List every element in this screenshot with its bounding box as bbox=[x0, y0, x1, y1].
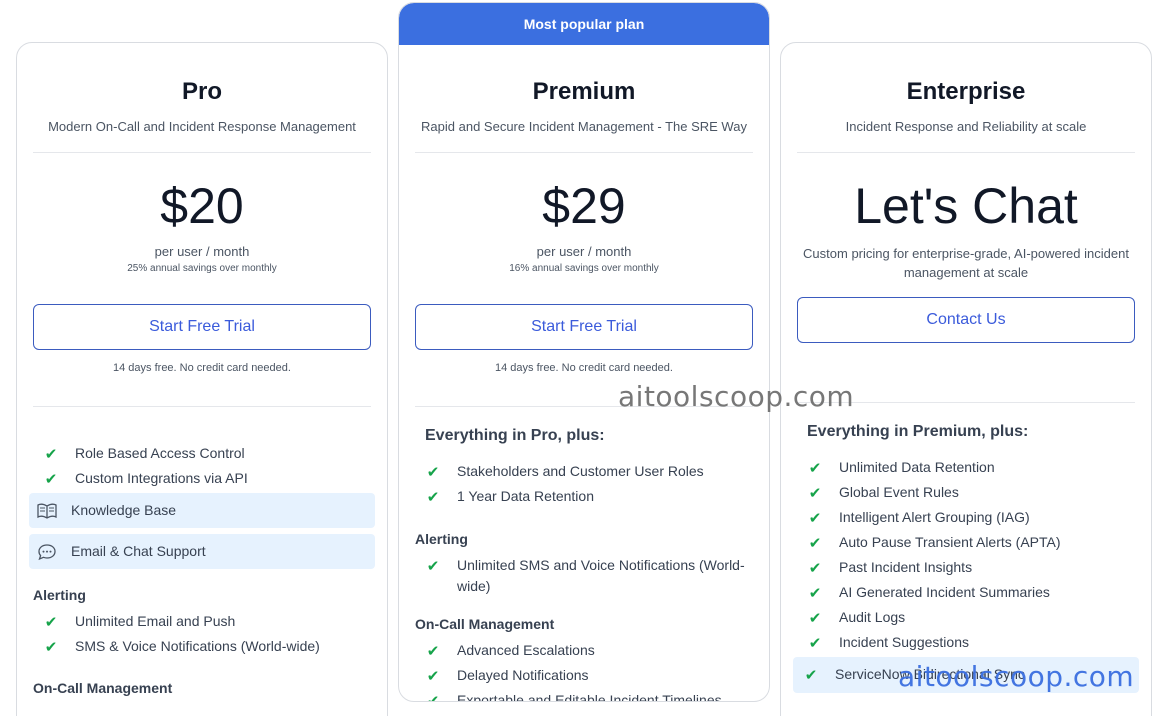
check-icon: ✔ bbox=[426, 667, 440, 685]
cta-note: 14 days free. No credit card needed. bbox=[113, 362, 291, 374]
check-icon: ✔ bbox=[44, 613, 58, 631]
check-icon: ✔ bbox=[808, 634, 822, 652]
check-icon: ✔ bbox=[804, 667, 818, 684]
plan-name: Enterprise bbox=[906, 78, 1026, 105]
plan-card-enterprise: Enterprise Incident Response and Reliabi… bbox=[780, 42, 1152, 716]
check-icon: ✔ bbox=[808, 609, 822, 627]
feature-item: ✔ Stakeholders and Customer User Roles bbox=[415, 459, 753, 484]
feature-list: ✔ Unlimited Email and Push ✔ SMS & Voice N… bbox=[33, 609, 371, 659]
feature-item-highlighted: Email & Chat Support bbox=[29, 534, 375, 569]
feature-list: ✔ Unlimited SMS and Voice Notifications (… bbox=[415, 553, 753, 598]
divider bbox=[33, 152, 371, 153]
feature-list: ✔ Advanced Escalations ✔ Delayed Notificat… bbox=[415, 638, 753, 702]
cta-note: 14 days free. No credit card needed. bbox=[495, 362, 673, 374]
feature-item: ✔ Global Event Rules bbox=[797, 480, 1135, 505]
plan-name: Pro bbox=[181, 78, 222, 105]
feature-item: ✔ Unlimited SMS and Voice Notifications (… bbox=[415, 553, 753, 598]
feature-item: ✔ Unlimited Email and Push bbox=[33, 609, 371, 634]
check-icon: ✔ bbox=[426, 692, 440, 702]
feature-item: ✔ Advanced Escalations bbox=[415, 638, 753, 663]
custom-pricing-note: Custom pricing for enterprise-grade, AI-… bbox=[803, 246, 1129, 280]
feature-item-highlighted: ✔ ServiceNow Bidirectional Sync bbox=[793, 657, 1139, 693]
divider bbox=[33, 406, 371, 407]
feature-item: ✔ 1 Year Data Retention bbox=[415, 484, 753, 509]
feature-list: ✔ Unlimited Data Retention ✔ Global Event … bbox=[793, 455, 1139, 693]
section-title: On-Call Management bbox=[415, 616, 555, 632]
price-unit: per user / month bbox=[536, 244, 632, 259]
feature-item: ✔ AI Generated Incident Summaries bbox=[797, 580, 1135, 605]
divider bbox=[797, 402, 1135, 403]
feature-item: ✔ Incident Suggestions bbox=[797, 630, 1135, 655]
check-icon: ✔ bbox=[808, 484, 822, 502]
feature-list: ✔ Role Based Access Control ✔ Custom Integ… bbox=[29, 441, 375, 569]
plan-description: Modern On-Call and Incident Response Man… bbox=[48, 119, 356, 134]
price: $20 bbox=[160, 178, 244, 234]
feature-item: ✔ Delayed Notifications bbox=[415, 663, 753, 688]
plan-card-premium: Most popular plan Premium Rapid and Secu… bbox=[398, 2, 770, 702]
feature-item: ✔ Unlimited Data Retention bbox=[797, 455, 1135, 480]
feature-item: ✔ Audit Logs bbox=[797, 605, 1135, 630]
price-unit: per user / month bbox=[154, 244, 250, 259]
section-title: Alerting bbox=[33, 587, 86, 603]
divider bbox=[415, 152, 753, 153]
check-icon: ✔ bbox=[808, 584, 822, 602]
check-icon: ✔ bbox=[44, 470, 58, 488]
start-free-trial-button[interactable]: Start Free Trial bbox=[33, 304, 371, 350]
divider bbox=[797, 152, 1135, 153]
check-icon: ✔ bbox=[426, 557, 440, 575]
check-icon: ✔ bbox=[426, 642, 440, 660]
start-free-trial-button[interactable]: Start Free Trial bbox=[415, 304, 753, 350]
check-icon: ✔ bbox=[44, 445, 58, 463]
price: $29 bbox=[542, 178, 626, 234]
book-icon bbox=[35, 500, 59, 521]
check-icon: ✔ bbox=[808, 459, 822, 477]
plan-description: Rapid and Secure Incident Management - T… bbox=[421, 119, 747, 134]
check-icon: ✔ bbox=[808, 509, 822, 527]
chat-bubble-icon bbox=[35, 541, 59, 562]
plan-lead: Everything in Premium, plus: bbox=[807, 423, 1029, 440]
section-title: On-Call Management bbox=[33, 680, 173, 696]
feature-item: ✔ SMS & Voice Notifications (World-wide) bbox=[33, 634, 371, 659]
plan-card-pro: Pro Modern On-Call and Incident Response… bbox=[16, 42, 388, 716]
check-icon: ✔ bbox=[808, 559, 822, 577]
check-icon: ✔ bbox=[426, 488, 440, 506]
price-note: 16% annual savings over monthly bbox=[509, 263, 659, 274]
divider bbox=[415, 406, 753, 407]
plan-name: Premium bbox=[532, 78, 636, 105]
feature-list: ✔ Stakeholders and Customer User Roles ✔ 1… bbox=[415, 459, 753, 509]
price-note: 25% annual savings over monthly bbox=[127, 263, 277, 274]
check-icon: ✔ bbox=[44, 638, 58, 656]
price: Let's Chat bbox=[854, 178, 1078, 234]
check-icon: ✔ bbox=[808, 534, 822, 552]
contact-us-button[interactable]: Contact Us bbox=[797, 297, 1135, 343]
feature-item: ✔ Role Based Access Control bbox=[33, 441, 371, 466]
check-icon: ✔ bbox=[426, 463, 440, 481]
feature-item-highlighted: Knowledge Base bbox=[29, 493, 375, 528]
feature-item: ✔ Intelligent Alert Grouping (IAG) bbox=[797, 505, 1135, 530]
feature-item: ✔ Custom Integrations via API bbox=[33, 466, 371, 491]
feature-item: ✔ Exportable and Editable Incident Timeli… bbox=[415, 688, 753, 702]
feature-item: ✔ Auto Pause Transient Alerts (APTA) bbox=[797, 530, 1135, 555]
plan-lead: Everything in Pro, plus: bbox=[425, 427, 605, 444]
feature-item: ✔ Past Incident Insights bbox=[797, 555, 1135, 580]
most-popular-banner: Most popular plan bbox=[399, 3, 769, 45]
plan-description: Incident Response and Reliability at sca… bbox=[845, 119, 1087, 134]
section-title: Alerting bbox=[415, 531, 468, 547]
